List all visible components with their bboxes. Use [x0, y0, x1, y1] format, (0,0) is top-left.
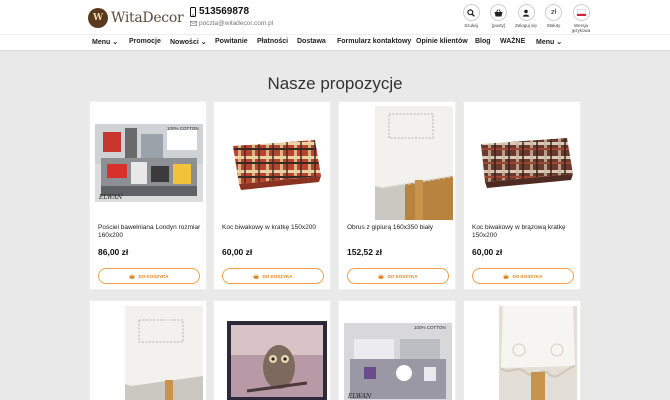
- phone-icon: [190, 6, 196, 17]
- product-card[interactable]: Koc biwakowy w kratkę 150x200 60,00 zł D…: [213, 101, 331, 290]
- basket-icon: [503, 273, 510, 279]
- search-button[interactable]: Szukaj: [458, 4, 484, 33]
- product-price: 60,00 zł: [222, 247, 253, 257]
- product-card[interactable]: 100% COTTON ELWAN: [338, 300, 456, 400]
- add-to-cart-label: DO KOSZYKA: [387, 273, 418, 279]
- main-nav: Menu ⌄ Promocje Nowości ⌄ Powitanie Płat…: [0, 34, 670, 51]
- product-price: 86,00 zł: [98, 247, 129, 257]
- product-price: 60,00 zł: [472, 247, 503, 257]
- product-image-owl-blanket[interactable]: [223, 321, 331, 400]
- cart-label: (pusty): [491, 23, 506, 28]
- product-title[interactable]: Obrus z gipiurą 160x350 biały: [347, 224, 451, 232]
- product-card[interactable]: [213, 300, 331, 400]
- search-icon: [467, 8, 475, 17]
- product-image-blanket-red[interactable]: [219, 124, 327, 202]
- product-image-bedding-grey[interactable]: 100% COTTON ELWAN: [344, 323, 452, 400]
- product-title[interactable]: Pościel bawełniana Londyn rozmiar 160x20…: [98, 224, 202, 240]
- email-address: poczta@witadecor.com.pl: [199, 20, 274, 27]
- cotton-badge: 100% COTTON: [414, 325, 446, 330]
- currency-button[interactable]: zł Waluty: [541, 4, 567, 33]
- add-to-cart-label: DO KOSZYKA: [512, 273, 543, 279]
- product-title[interactable]: Koc biwakowy w brązową kratkę 150x200: [472, 224, 576, 240]
- contact-info: 513569878 poczta@witadecor.com.pl: [190, 6, 273, 27]
- add-to-cart-button[interactable]: DO KOSZYKA: [347, 268, 449, 284]
- product-image-tablecloth[interactable]: [110, 306, 218, 400]
- section-title: Nasze propozycje: [267, 74, 403, 93]
- product-image-bedding[interactable]: 100% COTTON ELWAN: [95, 124, 203, 202]
- basket-icon: [253, 273, 260, 279]
- product-card[interactable]: Obrus z gipiurą 160x350 biały 152,52 zł …: [338, 101, 456, 290]
- product-card[interactable]: 100% COTTON ELWAN Pościel bawełniana Lon…: [89, 101, 207, 290]
- logo[interactable]: W WitaDecor: [88, 7, 184, 29]
- nav-opinie-klientow[interactable]: Opinie klientów: [416, 38, 468, 45]
- mail-icon: [190, 21, 197, 26]
- brand-mark: ELWAN: [347, 393, 372, 400]
- basket-icon: [129, 273, 136, 279]
- add-to-cart-label: DO KOSZYKA: [138, 273, 169, 279]
- chevron-down-icon: ⌄: [200, 39, 207, 46]
- nav-promocje[interactable]: Promocje: [129, 38, 161, 45]
- phone-number: 513569878: [199, 6, 250, 17]
- chevron-down-icon: ⌄: [112, 39, 119, 46]
- product-image-blanket-brown[interactable]: [469, 124, 577, 202]
- nav-menu-left[interactable]: Menu ⌄: [92, 38, 118, 46]
- basket-icon: [494, 8, 503, 16]
- add-to-cart-button[interactable]: DO KOSZYKA: [98, 268, 200, 284]
- nav-dostawa[interactable]: Dostawa: [297, 38, 326, 45]
- header-tools: Szukaj (pusty) Zaloguj się zł Waluty Wer…: [458, 4, 594, 33]
- logo-mark-icon: W: [88, 8, 108, 28]
- nav-formularz-kontaktowy[interactable]: Formularz kontaktowy: [337, 38, 411, 45]
- search-label: Szukaj: [464, 23, 478, 28]
- currency-icon: zł: [550, 9, 557, 16]
- nav-menu-right[interactable]: Menu ⌄: [536, 38, 562, 46]
- product-price: 152,52 zł: [347, 247, 382, 257]
- product-image-tablecloth[interactable]: [360, 106, 468, 220]
- brand-mark: ELWAN: [98, 194, 123, 201]
- cart-button[interactable]: (pusty): [486, 4, 512, 33]
- product-image-lace-tablecloth[interactable]: [484, 306, 592, 400]
- email-row[interactable]: poczta@witadecor.com.pl: [190, 20, 273, 27]
- nav-platnosci[interactable]: Płatności: [257, 38, 288, 45]
- phone-row[interactable]: 513569878: [190, 6, 273, 17]
- add-to-cart-label: DO KOSZYKA: [262, 273, 293, 279]
- brand-name: WitaDecor: [111, 10, 184, 26]
- nav-nowosci[interactable]: Nowości ⌄: [170, 38, 207, 46]
- currency-label: Waluty: [546, 23, 561, 28]
- chevron-down-icon: ⌄: [556, 39, 563, 46]
- login-label: Zaloguj się: [515, 23, 537, 28]
- product-card[interactable]: [463, 300, 581, 400]
- cotton-badge: 100% COTTON: [167, 126, 199, 131]
- product-card[interactable]: Koc biwakowy w brązową kratkę 150x200 60…: [463, 101, 581, 290]
- language-button[interactable]: Wersja językowa: [568, 4, 594, 33]
- language-label: Wersja językowa: [571, 23, 591, 33]
- add-to-cart-button[interactable]: DO KOSZYKA: [472, 268, 574, 284]
- user-icon: [522, 9, 530, 17]
- basket-icon: [378, 273, 385, 279]
- nav-blog[interactable]: Blog: [475, 38, 491, 45]
- product-title[interactable]: Koc biwakowy w kratkę 150x200: [222, 224, 326, 232]
- nav-wazne[interactable]: WAŻNE: [500, 38, 525, 45]
- login-button[interactable]: Zaloguj się: [513, 4, 539, 33]
- nav-powitanie[interactable]: Powitanie: [215, 38, 248, 45]
- add-to-cart-button[interactable]: DO KOSZYKA: [222, 268, 324, 284]
- product-card[interactable]: [89, 300, 207, 400]
- flag-pl-icon: [576, 9, 586, 16]
- header-bar: W WitaDecor 513569878 poczta@witadecor.c…: [0, 0, 670, 34]
